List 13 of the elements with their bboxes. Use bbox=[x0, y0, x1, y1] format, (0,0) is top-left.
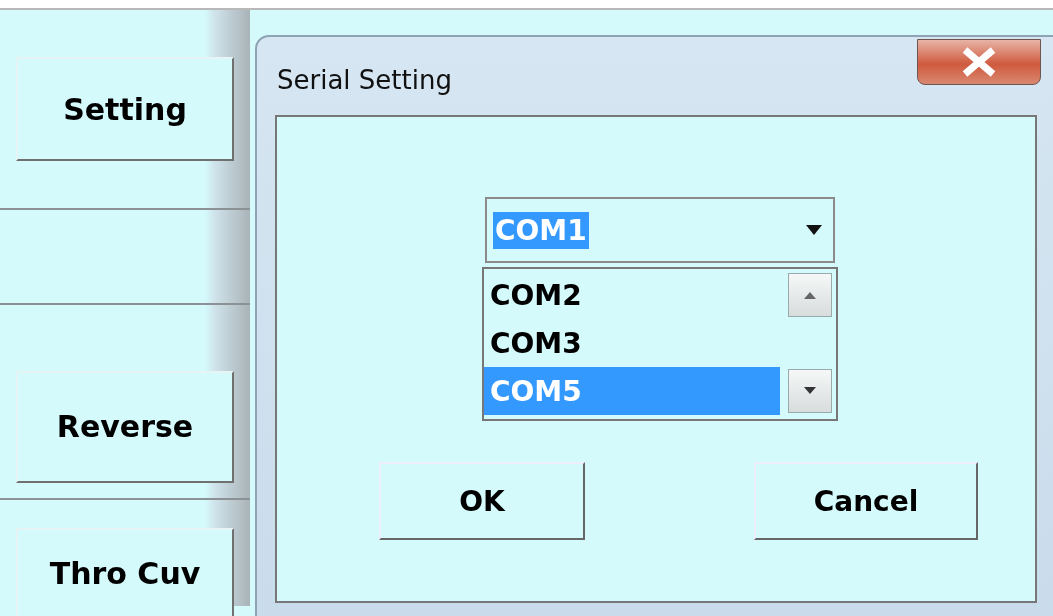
side-button[interactable]: Setting bbox=[16, 57, 234, 161]
scroll-down-button[interactable] bbox=[788, 369, 832, 413]
down-arrow-icon bbox=[803, 386, 817, 396]
side-button[interactable]: Thro Cuv bbox=[16, 528, 234, 616]
port-option[interactable]: COM2 bbox=[484, 271, 780, 319]
close-button[interactable] bbox=[917, 39, 1041, 85]
up-arrow-icon bbox=[803, 290, 817, 300]
dialog-button[interactable]: OK bbox=[379, 462, 585, 540]
port-option[interactable]: COM3 bbox=[484, 319, 780, 367]
scroll-up-button[interactable] bbox=[788, 273, 832, 317]
dialog-title: Serial Setting bbox=[277, 65, 452, 95]
side-button[interactable]: Reverse bbox=[16, 370, 234, 483]
dialog-button[interactable]: Cancel bbox=[754, 462, 978, 540]
